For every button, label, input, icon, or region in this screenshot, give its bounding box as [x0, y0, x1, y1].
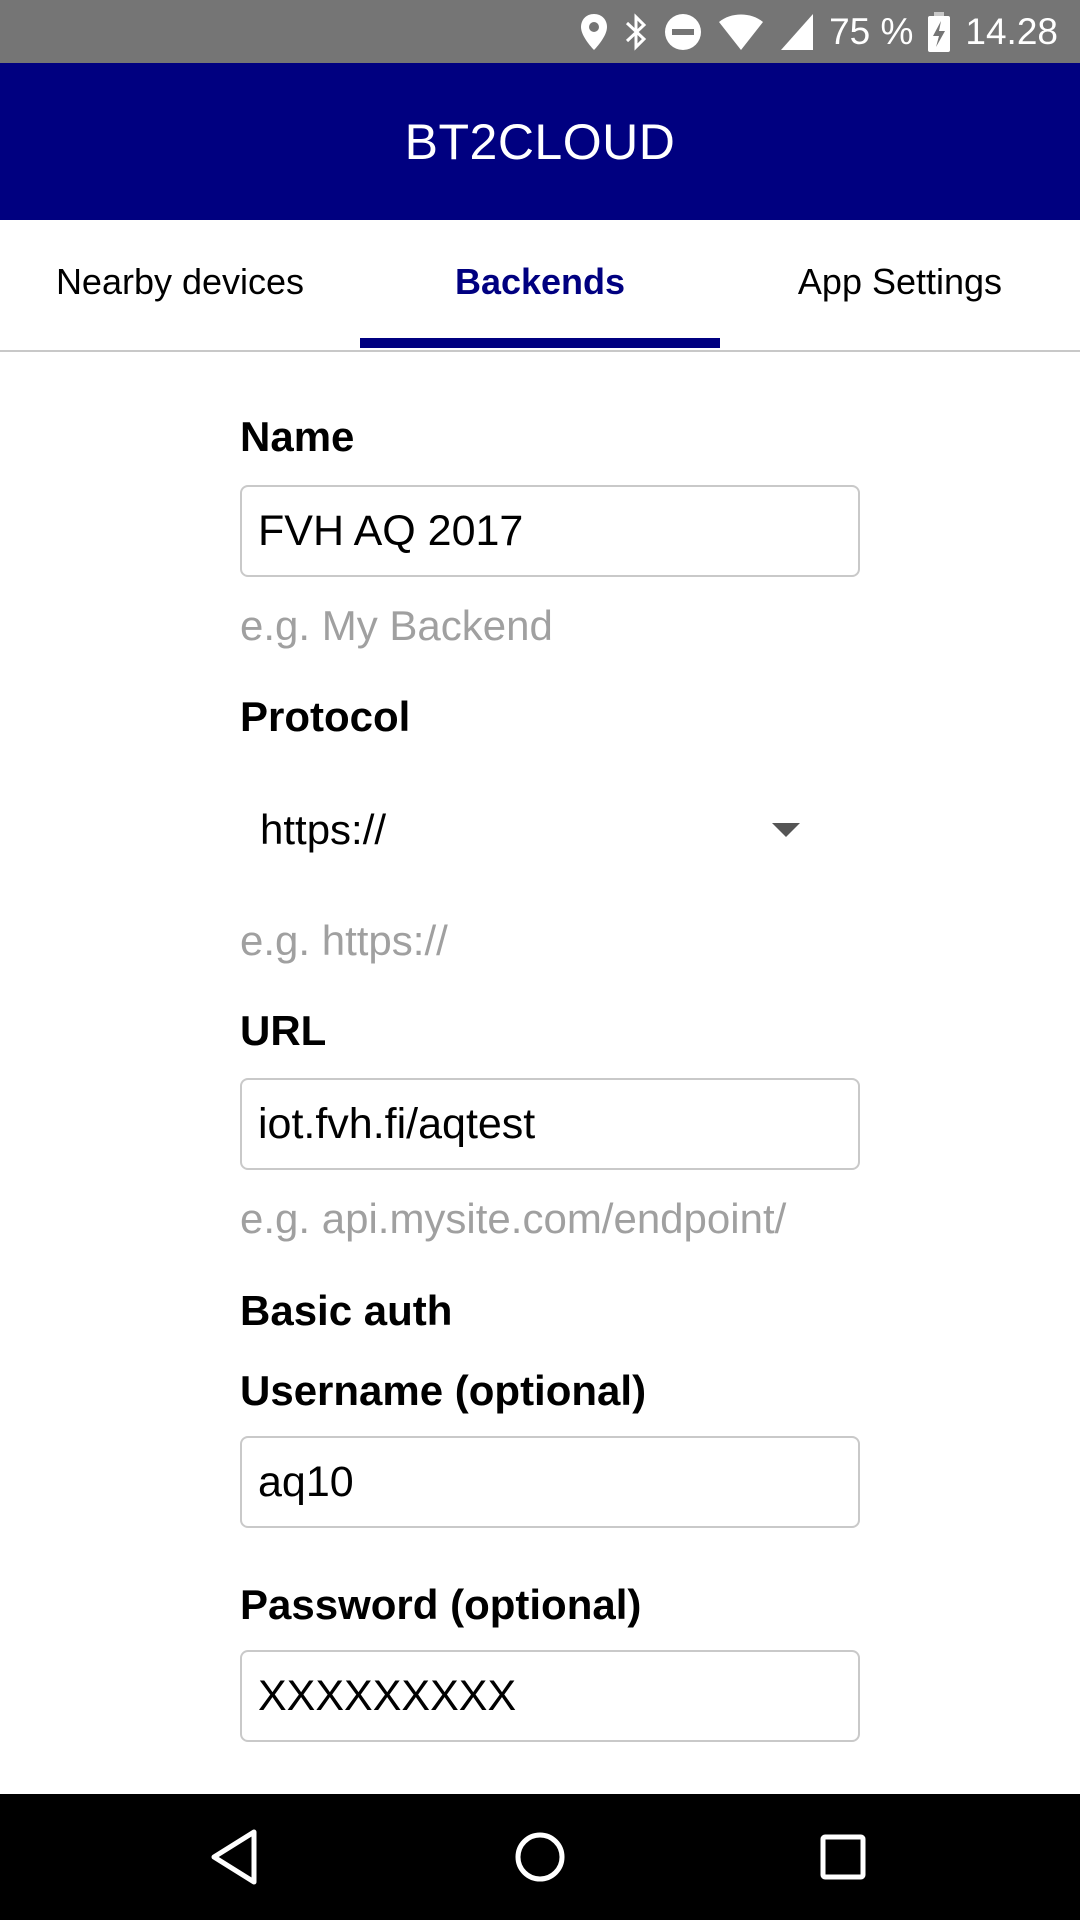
dropdown-arrow-icon	[772, 823, 800, 837]
bluetooth-icon	[626, 12, 647, 51]
protocol-selected-value: https://	[260, 806, 387, 853]
name-label: Name	[240, 413, 355, 460]
clock: 14.28	[965, 10, 1058, 52]
url-input[interactable]: iot.fvh.fi/aqtest	[240, 1078, 860, 1170]
do-not-disturb-icon	[665, 13, 702, 50]
location-icon	[581, 13, 608, 50]
status-icons: 75 % 14.28	[565, 0, 1058, 63]
protocol-hint: e.g. https://	[240, 917, 448, 964]
home-icon[interactable]	[505, 1822, 575, 1892]
tab-bar: Nearby devices Backends App Settings	[0, 220, 1080, 352]
app-screen: 75 % 14.28 BT2CLOUD Nearby devices Backe…	[0, 0, 1080, 1920]
url-label: URL	[240, 1007, 327, 1054]
password-input[interactable]: XXXXXXXXX	[240, 1650, 860, 1742]
battery-percent: 75 %	[829, 10, 914, 52]
tab-nearby-devices[interactable]: Nearby devices	[0, 220, 360, 350]
password-label: Password (optional)	[240, 1581, 642, 1628]
name-hint: e.g. My Backend	[240, 602, 553, 649]
app-bar: BT2CLOUD	[0, 63, 1080, 220]
username-label: Username (optional)	[240, 1367, 647, 1414]
username-input[interactable]: aq10	[240, 1436, 860, 1528]
url-hint: e.g. api.mysite.com/endpoint/	[240, 1195, 787, 1242]
status-bar: 75 % 14.28	[0, 0, 1080, 63]
name-input[interactable]: FVH AQ 2017	[240, 485, 860, 577]
basic-auth-heading: Basic auth	[240, 1287, 453, 1334]
tab-backends[interactable]: Backends	[360, 220, 720, 350]
active-tab-indicator	[360, 338, 720, 348]
cellular-signal-icon	[781, 13, 814, 50]
protocol-dropdown[interactable]: https://	[240, 780, 800, 880]
protocol-label: Protocol	[240, 693, 411, 740]
tab-app-settings[interactable]: App Settings	[720, 220, 1080, 350]
app-title: BT2CLOUD	[404, 113, 676, 170]
wifi-icon	[719, 14, 764, 50]
back-icon[interactable]	[200, 1822, 270, 1892]
navigation-bar	[0, 1794, 1080, 1920]
battery-charging-icon	[928, 11, 951, 52]
recents-icon[interactable]	[808, 1822, 878, 1892]
